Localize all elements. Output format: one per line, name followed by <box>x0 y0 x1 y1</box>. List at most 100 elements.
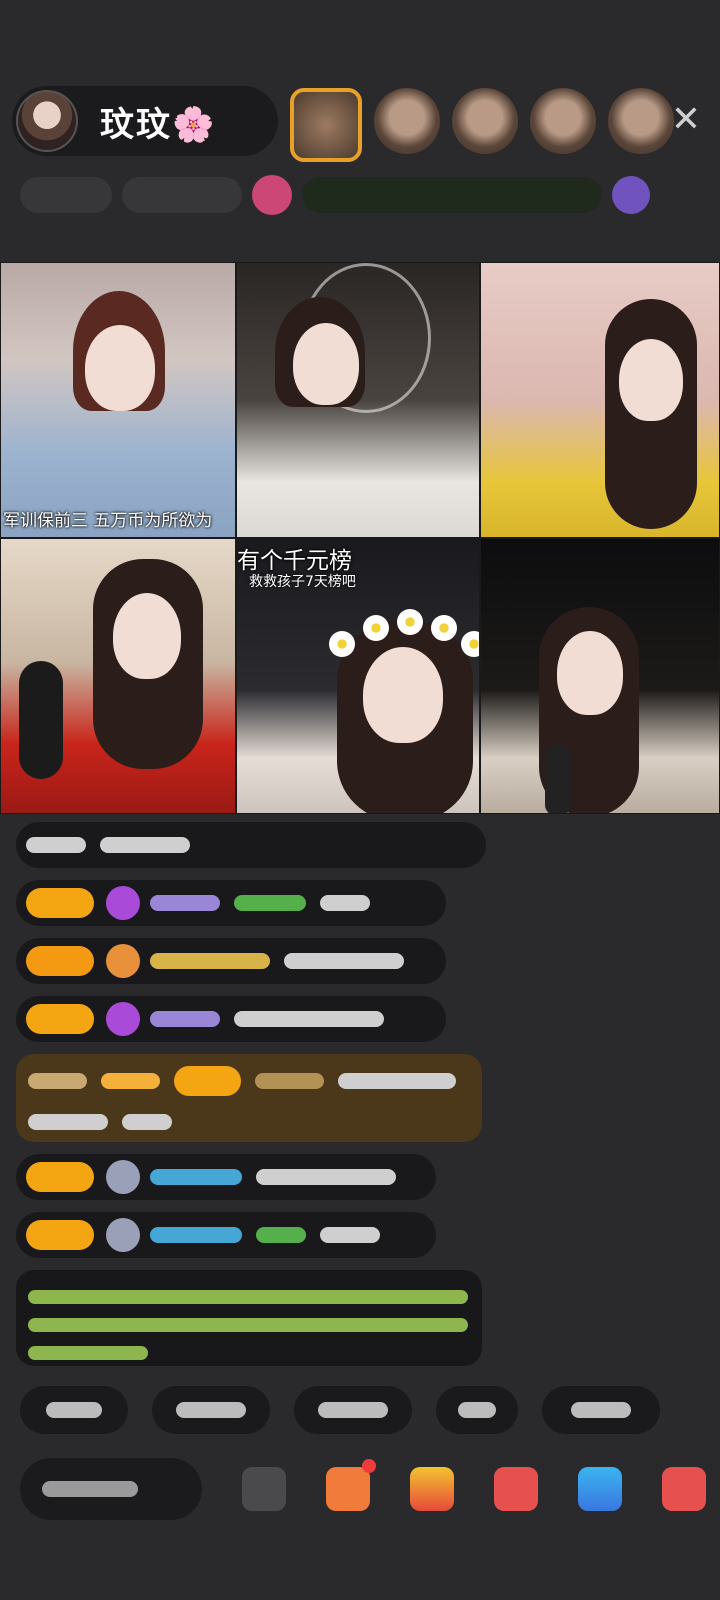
chat-text-blur <box>320 895 370 911</box>
quick-reply-label-blur <box>571 1402 631 1418</box>
chat-text-blur <box>284 953 404 969</box>
quick-reply-button[interactable] <box>436 1386 518 1434</box>
comment-input[interactable] <box>20 1458 202 1520</box>
username-blur <box>150 895 220 911</box>
viewer-avatar[interactable] <box>452 88 518 154</box>
viewer-avatar[interactable] <box>374 88 440 154</box>
notice-text-blur <box>28 1290 468 1304</box>
chat-text-blur <box>234 1011 384 1027</box>
chat-text-blur <box>26 837 86 853</box>
user-icon <box>106 1218 140 1252</box>
room-info-bar <box>20 170 700 220</box>
flower-crown-icon <box>363 615 389 641</box>
video-tile-4[interactable] <box>0 538 236 814</box>
username-blur <box>150 1227 242 1243</box>
quick-reply-row <box>20 1386 720 1434</box>
shop-icon[interactable] <box>326 1459 376 1511</box>
pink-badge-icon[interactable] <box>252 175 292 215</box>
chat-message[interactable] <box>16 880 446 926</box>
video-tile-6[interactable] <box>480 538 720 814</box>
flower-crown-icon <box>329 631 355 657</box>
face-shape <box>293 323 359 405</box>
host-info-pill[interactable]: 玟玟🌸 <box>12 86 278 156</box>
username-blur <box>150 953 270 969</box>
level-badge <box>26 1220 94 1250</box>
more-icon[interactable] <box>662 1467 706 1511</box>
level-badge <box>26 1004 94 1034</box>
tile-subcaption: 救救孩子7天榜吧 <box>249 574 356 590</box>
viewer-avatar[interactable] <box>290 88 362 162</box>
share-icon[interactable] <box>578 1467 622 1511</box>
chat-message[interactable] <box>16 822 486 868</box>
comment-placeholder-blur <box>42 1481 138 1497</box>
level-badge <box>26 888 94 918</box>
chat-text-blur <box>337 1073 456 1089</box>
quick-reply-button[interactable] <box>152 1386 270 1434</box>
quick-reply-label-blur <box>46 1402 102 1418</box>
chat-text-blur <box>101 1073 161 1089</box>
multi-guest-video-grid: 军训保前三 五万币为所欲为 有个千元榜 救救孩子7天榜吧 <box>0 262 720 814</box>
video-tile-5[interactable]: 有个千元榜 救救孩子7天榜吧 <box>236 538 480 814</box>
chat-message[interactable] <box>16 1154 436 1200</box>
chat-text-blur <box>100 837 190 853</box>
tile-caption: 有个千元榜 <box>237 548 352 574</box>
level-badge <box>174 1066 242 1096</box>
diamond-icon <box>106 1002 140 1036</box>
username-blur <box>255 1073 324 1089</box>
rank-chip[interactable] <box>20 177 112 213</box>
video-tile-3[interactable] <box>480 262 720 538</box>
quick-reply-label-blur <box>176 1402 246 1418</box>
quick-reply-label-blur <box>458 1402 496 1418</box>
flower-crown-icon <box>461 631 479 657</box>
purple-badge-icon[interactable] <box>612 176 650 214</box>
diamond-icon <box>106 886 140 920</box>
room-chip[interactable] <box>122 177 242 213</box>
tile-caption: 军训保前三 五万币为所欲为 <box>3 511 213 531</box>
gift-icon[interactable] <box>410 1467 454 1511</box>
face-shape <box>363 647 443 743</box>
quick-reply-button[interactable] <box>294 1386 412 1434</box>
bottom-toolbar <box>20 1454 720 1524</box>
chat-message[interactable] <box>16 1212 436 1258</box>
notice-text-blur <box>28 1318 468 1332</box>
viewer-avatar[interactable] <box>608 88 674 154</box>
level-badge <box>26 1162 94 1192</box>
chat-text-blur <box>122 1114 172 1130</box>
live-room-screen: 玟玟🌸 ✕ 军训保前三 五万币为所欲为 有个千元榜 救救孩子7天榜吧 <box>0 0 720 1600</box>
notice-text-blur <box>28 1346 148 1360</box>
username-blur <box>150 1011 220 1027</box>
host-name: 玟玟🌸 <box>100 104 217 145</box>
quick-reply-label-blur <box>318 1402 388 1418</box>
microphone-icon <box>19 661 63 779</box>
video-tile-1[interactable]: 军训保前三 五万币为所欲为 <box>0 262 236 538</box>
top-viewers-list <box>290 88 674 162</box>
flower-crown-icon <box>431 615 457 641</box>
close-icon[interactable]: ✕ <box>666 100 706 140</box>
flower-crown-icon <box>397 609 423 635</box>
interact-icon[interactable] <box>494 1467 538 1511</box>
fan-badge-icon <box>106 944 140 978</box>
level-badge <box>26 946 94 976</box>
chat-text-blur <box>28 1073 88 1089</box>
face-shape <box>557 631 623 715</box>
video-tile-2[interactable] <box>236 262 480 538</box>
microphone-icon <box>545 745 571 813</box>
face-shape <box>85 325 155 411</box>
quick-reply-button[interactable] <box>542 1386 660 1434</box>
chat-text-blur <box>234 895 306 911</box>
chat-message[interactable] <box>16 938 446 984</box>
chat-row <box>28 1066 470 1096</box>
chat-message-highlight[interactable] <box>16 1054 482 1142</box>
chat-message[interactable] <box>16 996 446 1042</box>
system-notice <box>16 1270 482 1366</box>
host-avatar[interactable] <box>16 90 78 152</box>
chat-text-blur <box>256 1169 396 1185</box>
chat-list <box>16 822 486 1378</box>
face-shape <box>113 593 181 679</box>
chat-text-blur <box>320 1227 380 1243</box>
emoji-icon[interactable] <box>242 1467 286 1511</box>
viewer-avatar[interactable] <box>530 88 596 154</box>
quick-reply-button[interactable] <box>20 1386 128 1434</box>
chat-text-blur <box>256 1227 306 1243</box>
activity-banner[interactable] <box>302 177 602 213</box>
